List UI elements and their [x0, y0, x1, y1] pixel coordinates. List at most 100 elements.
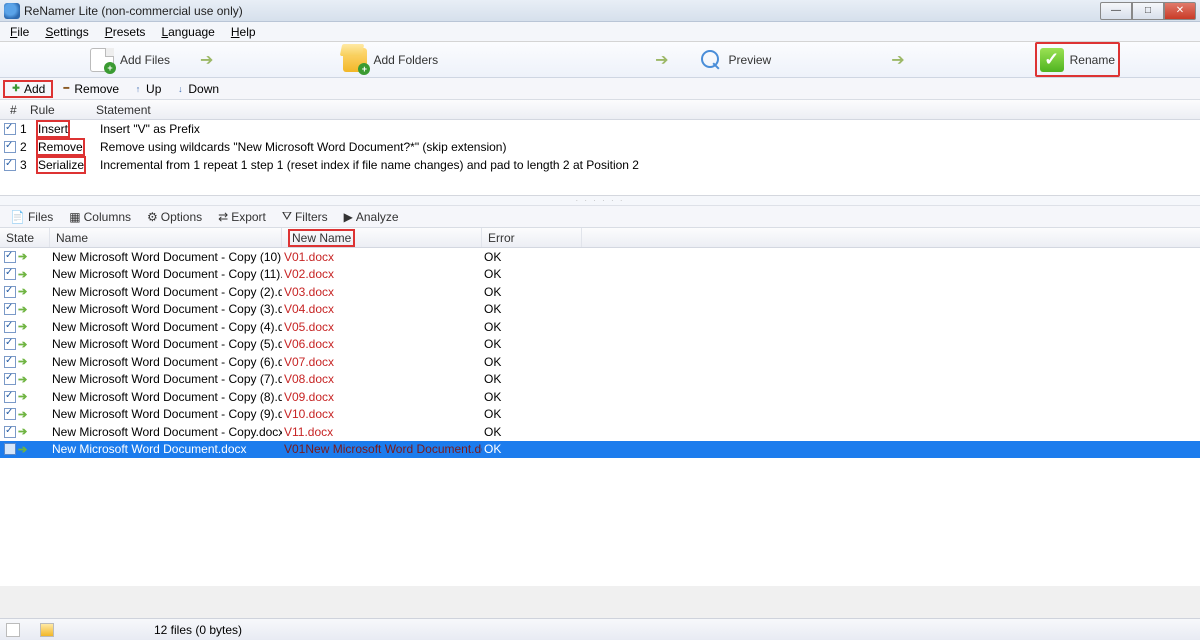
rule-row[interactable]: 3SerializeIncremental from 1 repeat 1 st…: [0, 156, 1200, 174]
move-down-button[interactable]: ↓Down: [169, 80, 225, 98]
file-name: New Microsoft Word Document - Copy (2).d…: [50, 285, 282, 299]
file-checkbox[interactable]: [4, 356, 16, 368]
analyze-menu[interactable]: ▶ Analyze: [337, 208, 406, 226]
add-folders-label: Add Folders: [373, 53, 438, 67]
file-row[interactable]: ➔New Microsoft Word Document - Copy (11)…: [0, 266, 1200, 284]
file-checkbox[interactable]: [4, 391, 16, 403]
options-menu[interactable]: ⚙ Options: [140, 208, 209, 226]
col-newname[interactable]: New Name: [282, 228, 482, 247]
file-name: New Microsoft Word Document - Copy (10).…: [50, 250, 282, 264]
add-rule-button[interactable]: ✚Add: [3, 80, 53, 98]
file-row[interactable]: ➔New Microsoft Word Document - Copy (8).…: [0, 388, 1200, 406]
file-checkbox[interactable]: [4, 426, 16, 438]
arrow-icon: ➔: [200, 50, 213, 70]
columns-menu[interactable]: ▦ Columns: [62, 208, 138, 226]
file-checkbox[interactable]: [4, 338, 16, 350]
file-name: New Microsoft Word Document - Copy (5).d…: [50, 337, 282, 351]
remove-label: Remove: [74, 82, 119, 96]
menu-help[interactable]: Help: [223, 23, 264, 41]
menu-bar: File Settings Presets Language Help: [0, 22, 1200, 42]
maximize-button[interactable]: □: [1132, 2, 1164, 20]
rule-statement: Remove using wildcards "New Microsoft Wo…: [100, 140, 1200, 154]
rule-checkbox[interactable]: [4, 159, 16, 171]
window-buttons: — □ ✕: [1100, 2, 1196, 20]
filters-menu[interactable]: ⛛ Filters: [275, 208, 335, 226]
file-row[interactable]: ➔ New Microsoft Word Document - Copy (3).…: [0, 301, 1200, 319]
file-checkbox[interactable]: [4, 286, 16, 298]
col-state[interactable]: State: [0, 228, 50, 247]
file-checkbox[interactable]: [4, 303, 16, 315]
file-checkbox[interactable]: [4, 251, 16, 263]
file-newname: V06.docx: [282, 337, 482, 351]
menu-settings[interactable]: Settings: [37, 23, 96, 41]
file-newname: V03.docx: [282, 285, 482, 299]
arrow-icon: ➔: [18, 320, 27, 333]
file-checkbox[interactable]: [4, 408, 16, 420]
file-error: OK: [482, 425, 582, 439]
titlebar: ReNamer Lite (non-commercial use only) —…: [0, 0, 1200, 22]
col-number[interactable]: #: [4, 103, 24, 117]
file-row[interactable]: ➔New Microsoft Word Document - Copy (10)…: [0, 248, 1200, 266]
file-newname: V10.docx: [282, 407, 482, 421]
splitter[interactable]: · · · · · ·: [0, 196, 1200, 206]
status-icon[interactable]: [6, 623, 20, 637]
col-error[interactable]: Error: [482, 228, 582, 247]
rule-row[interactable]: 2RemoveRemove using wildcards "New Micro…: [0, 138, 1200, 156]
file-name: New Microsoft Word Document.docx: [50, 442, 282, 456]
arrow-icon: ➔: [891, 50, 904, 70]
up-label: Up: [146, 82, 161, 96]
add-folders-button[interactable]: + Add Folders: [333, 42, 448, 77]
rule-checkbox[interactable]: [4, 123, 16, 135]
menu-language[interactable]: Language: [153, 23, 222, 41]
file-error: OK: [482, 320, 582, 334]
file-row[interactable]: ➔New Microsoft Word Document - Copy.docx…: [0, 423, 1200, 441]
arrow-icon: ➔: [18, 355, 27, 368]
folder-plus-icon: +: [343, 48, 367, 72]
file-name: New Microsoft Word Document - Copy (4).d…: [50, 320, 282, 334]
rename-button[interactable]: ✓ Rename: [1035, 42, 1120, 77]
col-name[interactable]: Name: [50, 228, 282, 247]
menu-presets[interactable]: Presets: [97, 23, 154, 41]
preview-button[interactable]: Preview: [689, 42, 782, 77]
file-newname: V07.docx: [282, 355, 482, 369]
file-name: New Microsoft Word Document - Copy (3).d…: [50, 302, 282, 316]
arrow-icon: ➔: [18, 268, 27, 281]
rule-checkbox[interactable]: [4, 141, 16, 153]
col-statement[interactable]: Statement: [90, 103, 1200, 117]
move-up-button[interactable]: ↑Up: [127, 80, 167, 98]
file-name: New Microsoft Word Document - Copy (6).d…: [50, 355, 282, 369]
file-name: New Microsoft Word Document - Copy (7).d…: [50, 372, 282, 386]
add-files-button[interactable]: + Add Files: [80, 42, 180, 77]
file-checkbox[interactable]: [4, 268, 16, 280]
file-row[interactable]: ➔New Microsoft Word Document - Copy (5).…: [0, 336, 1200, 354]
file-error: OK: [482, 355, 582, 369]
file-row[interactable]: ➔New Microsoft Word Document - Copy (2).…: [0, 283, 1200, 301]
file-row[interactable]: ➔New Microsoft Word Document - Copy (9).…: [0, 406, 1200, 424]
remove-rule-button[interactable]: ━Remove: [55, 80, 125, 98]
file-checkbox[interactable]: [4, 373, 16, 385]
magnifier-icon: [699, 48, 723, 72]
rename-label: Rename: [1070, 53, 1115, 67]
files-menu[interactable]: 📄 Files: [3, 208, 60, 226]
export-menu[interactable]: ⇄ Export: [211, 208, 273, 226]
status-icon[interactable]: [40, 623, 54, 637]
file-newname: V01.docx: [282, 250, 482, 264]
file-row[interactable]: ➔New Microsoft Word Document.docxV01New …: [0, 441, 1200, 459]
file-row[interactable]: ➔New Microsoft Word Document - Copy (7).…: [0, 371, 1200, 389]
col-rule[interactable]: Rule: [24, 103, 90, 117]
file-row[interactable]: ➔ New Microsoft Word Document - Copy (4).…: [0, 318, 1200, 336]
file-checkbox[interactable]: [4, 321, 16, 333]
menu-file[interactable]: File: [2, 23, 37, 41]
file-newname: V11.docx: [282, 425, 482, 439]
rule-num: 2: [18, 140, 36, 154]
arrow-icon: ➔: [18, 303, 27, 316]
file-checkbox[interactable]: [4, 443, 16, 455]
file-row[interactable]: ➔ New Microsoft Word Document - Copy (6).…: [0, 353, 1200, 371]
close-button[interactable]: ✕: [1164, 2, 1196, 20]
file-error: OK: [482, 390, 582, 404]
rule-row[interactable]: 1InsertInsert "V" as Prefix: [0, 120, 1200, 138]
file-error: OK: [482, 285, 582, 299]
down-label: Down: [188, 82, 219, 96]
app-icon: [4, 3, 20, 19]
minimize-button[interactable]: —: [1100, 2, 1132, 20]
